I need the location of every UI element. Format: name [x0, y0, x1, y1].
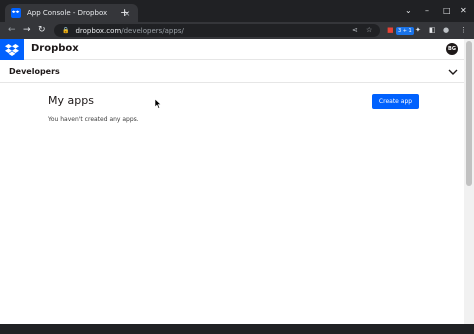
scrollbar-thumb[interactable] — [466, 41, 472, 186]
page-title: My apps — [48, 94, 94, 107]
bookmark-star-icon[interactable]: ☆ — [366, 24, 372, 37]
page-content: Dropbox BG Developers My apps You haven'… — [0, 39, 464, 324]
dropbox-logo-icon[interactable] — [0, 39, 24, 60]
avatar[interactable]: BG — [446, 43, 458, 55]
tab-search-icon[interactable]: ⌄ — [405, 5, 412, 17]
address-bar[interactable]: 🔒 dropbox.com/developers/apps/ ⋖ ☆ — [54, 24, 380, 37]
kebab-menu-icon[interactable]: ⋮ — [460, 25, 467, 36]
page-scrollbar[interactable] — [464, 39, 474, 324]
share-icon[interactable]: ⋖ — [352, 24, 358, 37]
url-host: dropbox.com — [75, 26, 122, 35]
extension-icon[interactable]: ■ — [387, 25, 394, 36]
forward-button[interactable]: → — [23, 24, 31, 37]
create-app-button[interactable]: Create app — [372, 94, 419, 109]
developers-bar[interactable]: Developers — [0, 61, 464, 83]
chevron-down-icon[interactable] — [448, 67, 458, 77]
window-bottom-edge — [0, 324, 474, 334]
back-button[interactable]: ← — [8, 24, 16, 37]
profile-icon[interactable]: ● — [443, 25, 449, 36]
dropbox-header: Dropbox BG — [0, 39, 464, 60]
empty-state-text: You haven't created any apps. — [48, 116, 139, 123]
minimize-button[interactable]: – — [425, 5, 429, 17]
maximize-button[interactable]: □ — [443, 5, 451, 17]
new-tab-button[interactable]: + — [120, 6, 129, 20]
tab-app-console[interactable]: App Console - Dropbox × — [5, 4, 138, 22]
mouse-cursor-icon — [155, 99, 162, 109]
url-path: /developers/apps/ — [121, 26, 184, 35]
side-panel-icon[interactable]: ◧ — [429, 25, 436, 36]
extension-badge: 3 + 1 — [396, 27, 414, 35]
brand-name[interactable]: Dropbox — [31, 42, 79, 56]
developers-title: Developers — [9, 67, 60, 76]
extensions-puzzle-icon[interactable]: ✦ — [415, 25, 421, 36]
tab-strip: App Console - Dropbox × + ⌄ – □ ✕ — [0, 0, 474, 22]
lock-icon: 🔒 — [62, 27, 70, 34]
browser-toolbar: ← → ↻ 🔒 dropbox.com/developers/apps/ ⋖ ☆… — [0, 22, 474, 39]
tab-title: App Console - Dropbox — [27, 9, 108, 17]
close-window-button[interactable]: ✕ — [460, 5, 467, 17]
reload-button[interactable]: ↻ — [38, 24, 46, 37]
dropbox-favicon-icon — [11, 8, 21, 18]
